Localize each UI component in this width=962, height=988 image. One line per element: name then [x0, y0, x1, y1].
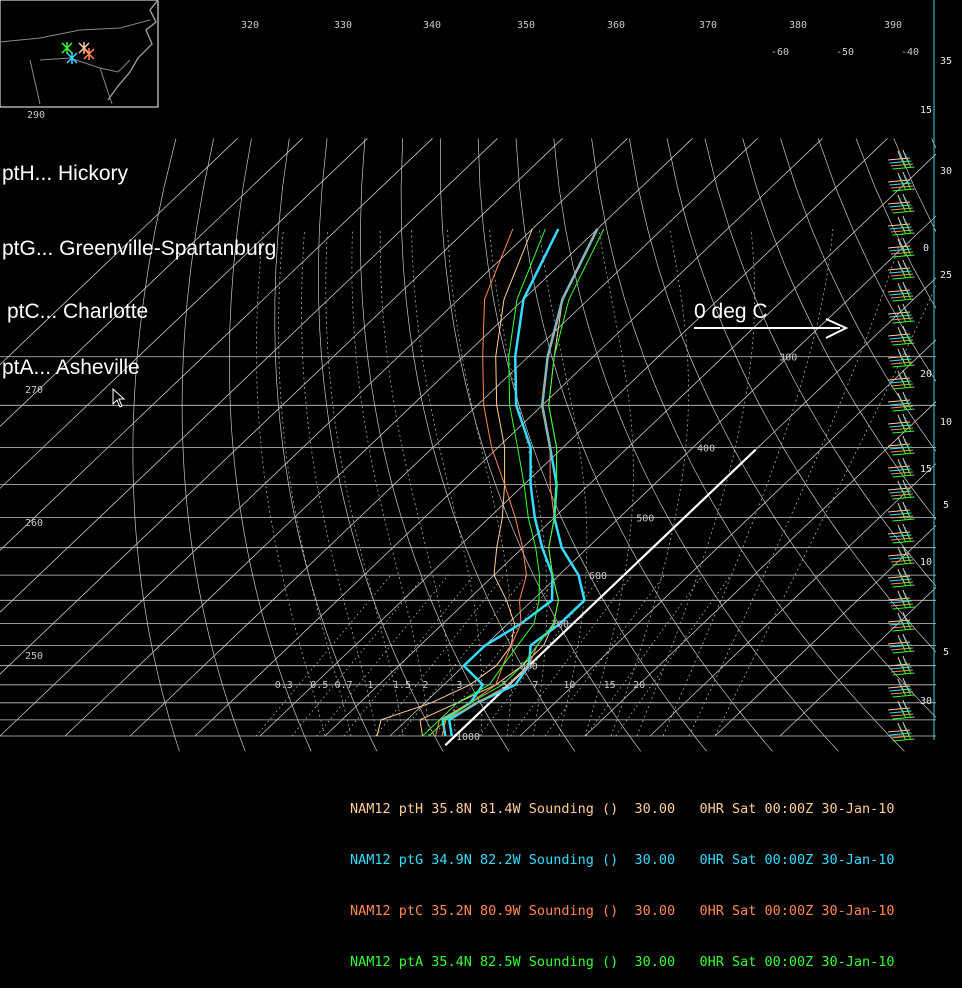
- theta-label-350: 350: [517, 20, 535, 31]
- station-label-greenville-spartanburg: ptG... Greenville-Spartanburg: [2, 237, 276, 261]
- pressure-label-600: 600: [589, 571, 607, 582]
- station-label-charlotte: ptC... Charlotte: [7, 300, 148, 324]
- station-label-asheville: ptA... Asheville: [2, 356, 140, 380]
- mixing-ratio-label-20: 20: [633, 680, 645, 691]
- theta-label-370: 370: [699, 20, 717, 31]
- legend: NAM12 ptH 35.8N 81.4W Sounding () 30.00 …: [350, 767, 895, 988]
- pressure-label-500: 500: [636, 514, 654, 525]
- mixing-ratio-label-0.7: 0.7: [335, 680, 353, 691]
- right-axis-label-10: 5: [943, 647, 949, 658]
- theta-label-260: 260: [25, 518, 43, 529]
- mixing-ratio-label-0.5: 0.5: [310, 680, 328, 691]
- theta-label-270: 270: [25, 385, 43, 396]
- mixing-ratio-label-7: 7: [532, 680, 538, 691]
- right-axis-label-1: 15: [920, 105, 932, 116]
- theta-label-330: 330: [334, 20, 352, 31]
- isotherm-label--40: -40: [901, 47, 919, 58]
- theta-label-250: 250: [25, 651, 43, 662]
- legend-row-ptc: NAM12 ptC 35.2N 80.9W Sounding () 30.00 …: [350, 903, 895, 920]
- inset-map: [0, 0, 158, 107]
- isotherm-label--50: -50: [836, 47, 854, 58]
- inset-map-frame: [0, 0, 158, 107]
- theta-label-290: 290: [27, 110, 45, 121]
- theta-label-340: 340: [423, 20, 441, 31]
- mouse-cursor-icon: [112, 388, 126, 410]
- mixing-ratio-label-2: 2: [422, 680, 428, 691]
- station-label-hickory: ptH... Hickory: [2, 162, 128, 186]
- pressure-label-800: 800: [520, 662, 538, 673]
- right-axis-label-5: 20: [920, 369, 932, 380]
- right-axis-label-7: 15: [920, 464, 932, 475]
- right-axis-label-2: 30: [940, 166, 952, 177]
- pressure-label-700: 700: [551, 620, 569, 631]
- mixing-ratio-label-1: 1: [367, 680, 373, 691]
- pressure-label-300: 300: [779, 353, 797, 364]
- isotherm-label--60: -60: [771, 47, 789, 58]
- theta-label-380: 380: [789, 20, 807, 31]
- legend-row-ptg: NAM12 ptG 34.9N 82.2W Sounding () 30.00 …: [350, 852, 895, 869]
- theta-label-320: 320: [241, 20, 259, 31]
- freezing-level-annotation: 0 deg C: [694, 300, 768, 324]
- mixing-ratio-label-3: 3: [456, 680, 462, 691]
- pressure-label-1000: 1000: [456, 732, 480, 743]
- theta-label-390: 390: [884, 20, 902, 31]
- mixing-ratio-label-15: 15: [604, 680, 616, 691]
- mixing-ratio-label-5: 5: [501, 680, 507, 691]
- theta-label-360: 360: [607, 20, 625, 31]
- mixing-ratio-label-1.5: 1.5: [393, 680, 411, 691]
- skewt-chart: 3004005006007008001000-60-50-40-30-20-10…: [0, 0, 962, 834]
- legend-row-pta: NAM12 ptA 35.4N 82.5W Sounding () 30.00 …: [350, 954, 895, 971]
- right-axis-label-6: 10: [940, 417, 952, 428]
- mixing-ratio-label-0.3: 0.3: [275, 680, 293, 691]
- right-axis-label-4: 25: [940, 270, 952, 281]
- mixing-ratio-label-10: 10: [563, 680, 575, 691]
- legend-row-pth: NAM12 ptH 35.8N 81.4W Sounding () 30.00 …: [350, 801, 895, 818]
- right-axis-label-0: 35: [940, 56, 952, 67]
- right-axis-label-11: 30: [920, 696, 932, 707]
- right-axis-label-8: 5: [943, 500, 949, 511]
- right-axis-label-3: 0: [923, 243, 929, 254]
- right-axis-label-9: 10: [920, 557, 932, 568]
- pressure-label-400: 400: [697, 443, 715, 454]
